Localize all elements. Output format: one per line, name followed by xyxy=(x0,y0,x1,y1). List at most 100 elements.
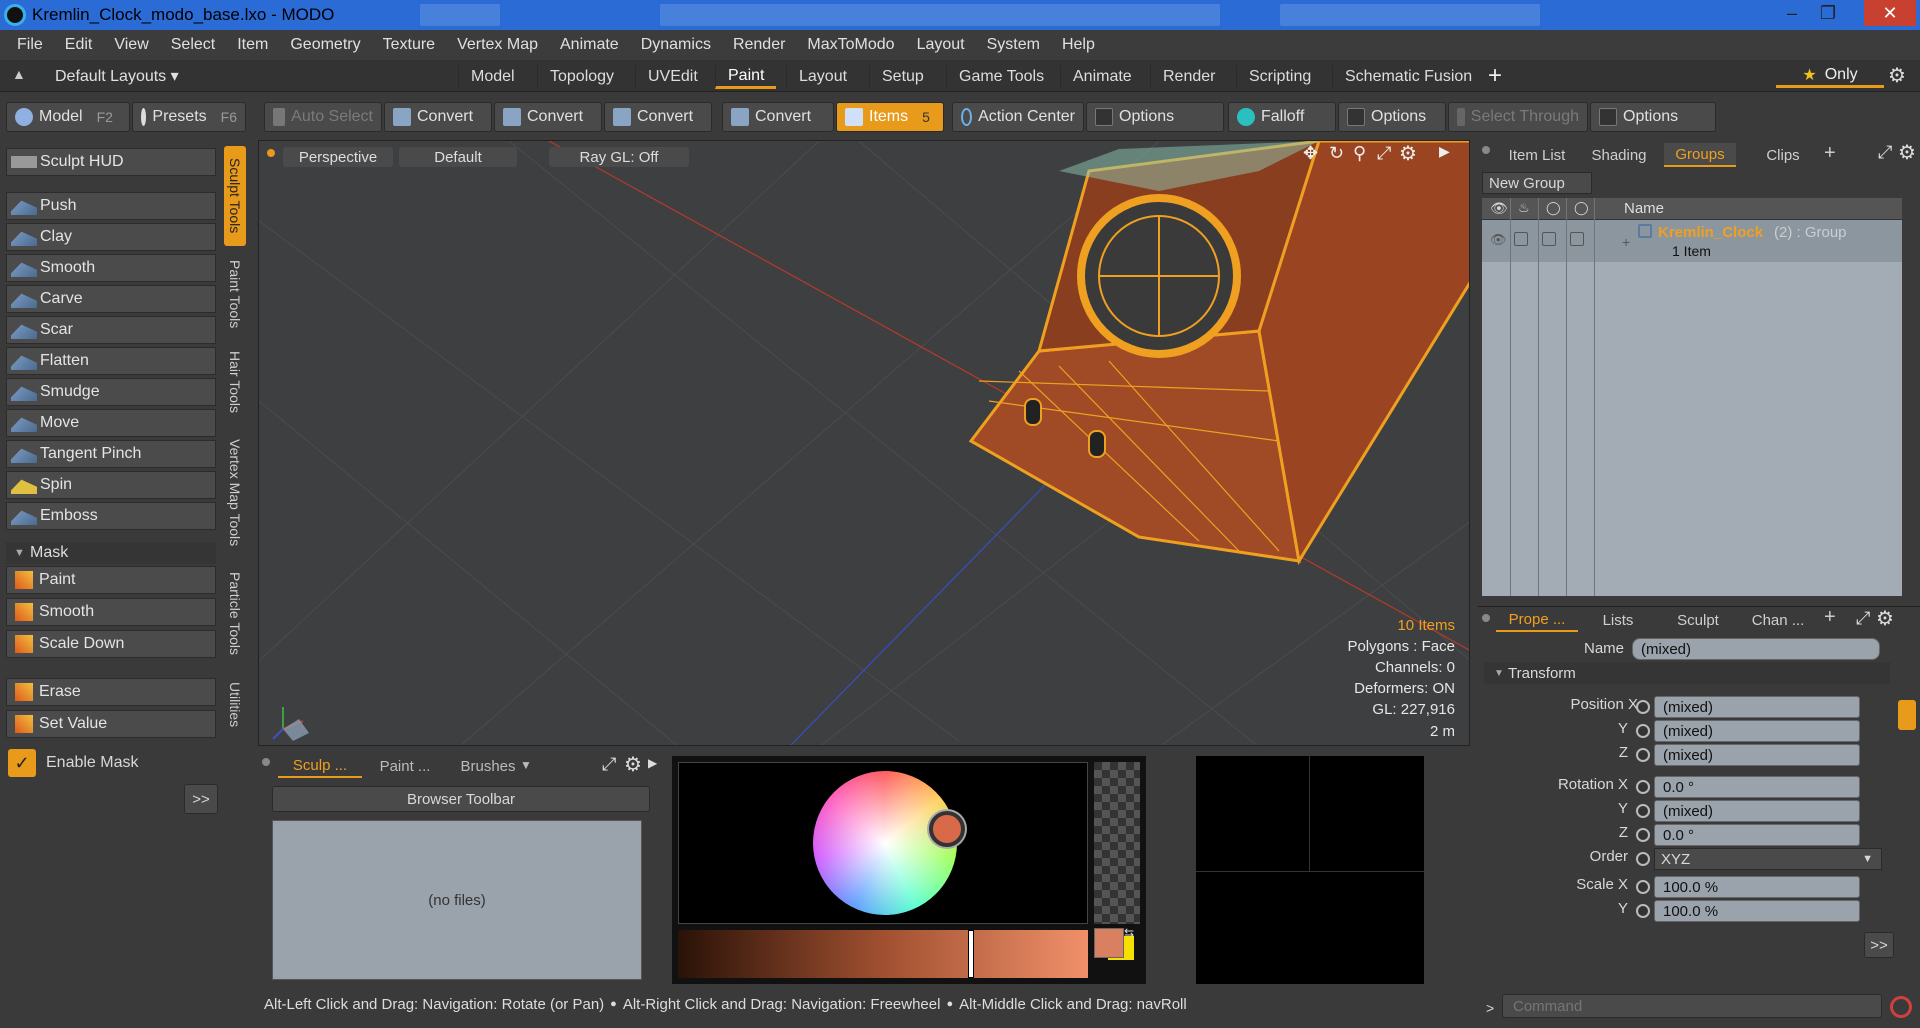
visibility-icon[interactable]: 👁 xyxy=(1490,232,1507,248)
panel-gear-icon[interactable]: ⚙ xyxy=(1898,140,1916,165)
menu-render[interactable]: Render xyxy=(722,36,796,54)
tool-smooth[interactable]: Smooth xyxy=(6,254,216,282)
tool-tangent-pinch[interactable]: Tangent Pinch xyxy=(6,440,216,468)
mask-scale-down[interactable]: Scale Down xyxy=(6,630,216,658)
minimize-button[interactable]: – xyxy=(1772,0,1812,26)
more-tools-button[interactable]: >> xyxy=(184,784,218,814)
tab-paint-presets[interactable]: Paint ... xyxy=(366,754,444,778)
menu-vertex-map[interactable]: Vertex Map xyxy=(446,36,549,54)
value-gradient-slider[interactable] xyxy=(678,930,1088,978)
falloff-options-button[interactable]: Options xyxy=(1338,102,1446,132)
tab-brushes[interactable]: Brushes xyxy=(446,754,530,778)
close-button[interactable]: ✕ xyxy=(1864,0,1916,26)
menu-help[interactable]: Help xyxy=(1051,36,1106,54)
move-view-icon[interactable]: ✥ xyxy=(1303,143,1318,164)
rotation-z-field[interactable]: 0.0 ° xyxy=(1654,824,1860,846)
order-keyframe[interactable] xyxy=(1636,852,1650,866)
tab-layout[interactable]: Layout xyxy=(786,65,859,89)
tab-topology[interactable]: Topology xyxy=(537,65,626,89)
menu-view[interactable]: View xyxy=(103,36,159,54)
convert-button-2[interactable]: Convert xyxy=(494,102,602,132)
tab-clips[interactable]: Clips xyxy=(1742,143,1824,167)
scale-y-field[interactable]: 100.0 % xyxy=(1654,900,1860,922)
panel-maximize-icon[interactable]: ⤢ xyxy=(1878,142,1892,163)
swap-colors-icon[interactable]: ⇆ xyxy=(1124,926,1134,940)
record-icon[interactable] xyxy=(1890,996,1912,1018)
viewport-gear-icon[interactable]: ⚙ xyxy=(1399,141,1417,166)
sculpt-hud-button[interactable]: Sculpt HUD xyxy=(6,148,216,176)
maximize-button[interactable]: ❐ xyxy=(1808,0,1848,26)
panel-gear-icon[interactable]: ⚙ xyxy=(1876,606,1894,631)
lock-icon[interactable]: ◯ xyxy=(1546,200,1561,216)
presets-button[interactable]: Presets F6 xyxy=(132,102,246,132)
tab-model[interactable]: Model xyxy=(458,65,527,89)
color-wheel-area[interactable] xyxy=(678,762,1088,924)
tool-emboss[interactable]: Emboss xyxy=(6,502,216,530)
tab-dropdown-icon[interactable]: ▼ xyxy=(520,758,532,772)
tab-game-tools[interactable]: Game Tools xyxy=(946,65,1056,89)
tool-smudge[interactable]: Smudge xyxy=(6,378,216,406)
tab-sculpt[interactable]: Sculpt xyxy=(1658,608,1738,632)
panel-maximize-icon[interactable]: ⤢ xyxy=(602,754,616,775)
viewport-menu-dot[interactable] xyxy=(267,149,275,157)
mask-erase[interactable]: Erase xyxy=(6,678,216,706)
render-icon[interactable]: ♨ xyxy=(1518,200,1530,216)
tool-carve[interactable]: Carve xyxy=(6,285,216,313)
groups-list[interactable]: 👁 + Kremlin_Clock (2) : Group 1 Item xyxy=(1482,198,1902,596)
mask-paint[interactable]: Paint xyxy=(6,566,216,594)
tab-animate[interactable]: Animate xyxy=(1060,65,1144,89)
tab-paint[interactable]: Paint xyxy=(715,65,777,89)
enable-mask-toggle[interactable]: ✓ Enable Mask xyxy=(8,748,218,778)
expand-icon[interactable]: + xyxy=(1622,234,1630,250)
mask-set-value[interactable]: Set Value xyxy=(6,710,216,738)
tool-flatten[interactable]: Flatten xyxy=(6,347,216,375)
position-x-field[interactable]: (mixed) xyxy=(1654,696,1860,718)
side-tab-active[interactable] xyxy=(1898,700,1916,730)
tab-vertex-map-tools[interactable]: Vertex Map Tools xyxy=(224,428,246,558)
mask-section-header[interactable]: ▼ Mask xyxy=(6,542,216,564)
position-x-keyframe[interactable] xyxy=(1636,700,1650,714)
only-toggle[interactable]: ★ Only xyxy=(1776,64,1884,88)
browser-toolbar-button[interactable]: Browser Toolbar xyxy=(272,786,650,812)
falloff-button[interactable]: Falloff xyxy=(1228,102,1336,132)
tab-schematic-fusion[interactable]: Schematic Fusion xyxy=(1332,65,1484,89)
viewport-more-icon[interactable]: ▶ xyxy=(1439,143,1450,160)
menu-file[interactable]: File xyxy=(6,36,54,54)
items-mode-button[interactable]: Items 5 xyxy=(836,102,944,132)
maximize-view-icon[interactable]: ⤢ xyxy=(1377,143,1391,164)
rotation-x-keyframe[interactable] xyxy=(1636,780,1650,794)
select-toggle[interactable] xyxy=(1570,232,1584,246)
collapse-icon[interactable]: ▲ xyxy=(12,66,26,82)
tab-sculpt-tools[interactable]: Sculpt Tools xyxy=(224,146,246,246)
tab-setup[interactable]: Setup xyxy=(869,65,936,89)
rotation-z-keyframe[interactable] xyxy=(1636,828,1650,842)
tab-render[interactable]: Render xyxy=(1150,65,1227,89)
panel-menu-dot[interactable] xyxy=(262,758,270,766)
tool-push[interactable]: Push xyxy=(6,192,216,220)
menu-maxtomodo[interactable]: MaxToModo xyxy=(796,36,905,54)
layout-selector[interactable]: Default Layouts ▾ xyxy=(55,66,179,86)
rotation-x-field[interactable]: 0.0 ° xyxy=(1654,776,1860,798)
raygl-dropdown[interactable]: Ray GL: Off xyxy=(549,147,689,167)
rotate-view-icon[interactable]: ↻ xyxy=(1329,143,1344,164)
group-name[interactable]: Kremlin_Clock xyxy=(1658,224,1763,241)
group-row[interactable]: 👁 + Kremlin_Clock (2) : Group 1 Item xyxy=(1482,220,1902,262)
action-center-button[interactable]: Action Center xyxy=(952,102,1084,132)
alpha-slider[interactable] xyxy=(1094,762,1140,924)
tool-spin[interactable]: Spin xyxy=(6,471,216,499)
color-wheel-handle[interactable] xyxy=(929,811,965,847)
view-type-dropdown[interactable]: Perspective xyxy=(283,147,393,167)
lock-toggle[interactable] xyxy=(1542,232,1556,246)
zoom-icon[interactable]: ⚲ xyxy=(1353,143,1366,164)
more-properties-button[interactable]: >> xyxy=(1864,932,1894,958)
name-column-header[interactable]: Name xyxy=(1624,200,1664,217)
mask-smooth[interactable]: Smooth xyxy=(6,598,216,626)
convert-button-3[interactable]: Convert xyxy=(604,102,712,132)
menu-item[interactable]: Item xyxy=(226,36,279,54)
panel-maximize-icon[interactable]: ⤢ xyxy=(1856,608,1870,629)
value-slider-handle[interactable] xyxy=(968,930,974,978)
menu-select[interactable]: Select xyxy=(160,36,226,54)
convert-button-1[interactable]: Convert xyxy=(384,102,492,132)
tab-utilities[interactable]: Utilities xyxy=(224,670,246,740)
auto-select-button[interactable]: Auto Select xyxy=(264,102,382,132)
